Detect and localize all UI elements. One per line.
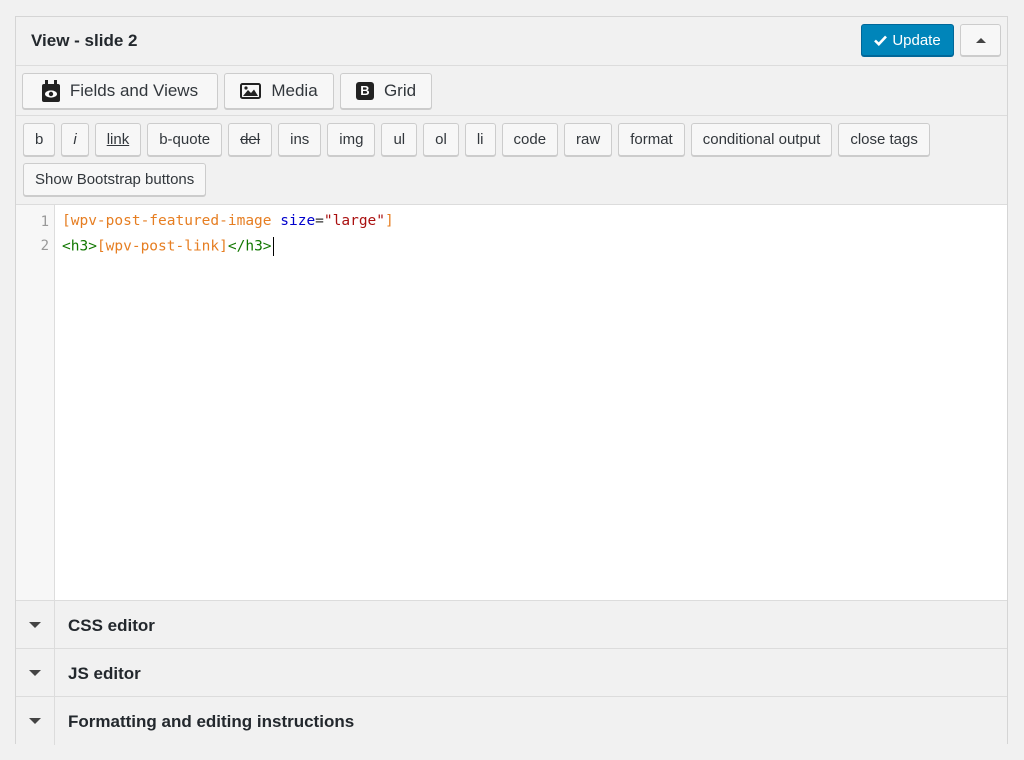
quicktag-link-button[interactable]: link	[94, 123, 142, 156]
quicktag-raw-button[interactable]: raw	[564, 123, 613, 156]
panel-header: View - slide 2 Update	[16, 17, 1007, 66]
media-label: Media	[271, 80, 318, 100]
js-editor-label: JS editor	[68, 664, 141, 683]
editor-toolbar: Fields and Views Media B Grid	[16, 66, 1007, 116]
caret-down-icon	[29, 718, 41, 724]
grid-button[interactable]: B Grid	[340, 72, 432, 109]
quicktags-toolbar: b i link b-quote del ins img ul ol li co…	[16, 116, 1007, 205]
js-editor-toggle[interactable]	[16, 649, 55, 696]
checkmark-icon	[874, 35, 888, 46]
quicktag-blockquote-button[interactable]: b-quote	[147, 123, 223, 156]
string-token: "large"	[323, 213, 386, 229]
code-line-1[interactable]: [wpv-post-featured-image size="large"]	[62, 213, 394, 229]
text-cursor	[272, 237, 274, 256]
equals-token: =	[315, 213, 324, 229]
shortcode-open-token: [wpv-post-featured-image	[62, 213, 281, 229]
fields-views-icon	[41, 79, 60, 102]
quicktag-ol-button[interactable]: ol	[423, 123, 459, 156]
grid-label: Grid	[383, 80, 417, 100]
quicktag-code-button[interactable]: code	[501, 123, 559, 156]
css-editor-toggle[interactable]	[16, 601, 55, 648]
css-editor-label: CSS editor	[68, 616, 155, 635]
collapse-panel-button[interactable]	[960, 24, 1001, 56]
panel-title: View - slide 2	[31, 31, 138, 50]
fields-and-views-label: Fields and Views	[69, 80, 199, 100]
caret-up-icon	[975, 37, 986, 43]
show-bootstrap-buttons-button[interactable]: Show Bootstrap buttons	[23, 163, 207, 196]
line-number: 1	[40, 214, 49, 230]
tag-open-token: <h3>	[62, 238, 97, 255]
formatting-instructions-label: Formatting and editing instructions	[68, 712, 355, 731]
quicktags-row-2: Show Bootstrap buttons	[23, 163, 207, 196]
quicktag-close-tags-button[interactable]: close tags	[838, 123, 930, 156]
quicktag-del-button[interactable]: del	[228, 123, 273, 156]
quicktags-row-1: b i link b-quote del ins img ul ol li co…	[23, 123, 930, 156]
quicktag-italic-button[interactable]: i	[61, 123, 89, 156]
line-number-gutter: 1 2	[16, 205, 55, 600]
quicktag-format-button[interactable]: format	[618, 123, 685, 156]
update-button-label: Update	[892, 31, 941, 49]
quicktag-ul-button[interactable]: ul	[381, 123, 418, 156]
line-number: 2	[40, 238, 49, 254]
quicktag-img-button[interactable]: img	[327, 123, 376, 156]
shortcode-token: [wpv-post-link]	[96, 238, 228, 255]
code-editor[interactable]: 1 2 [wpv-post-featured-image size="large…	[16, 205, 1007, 601]
shortcode-close-token: ]	[385, 213, 394, 229]
update-button[interactable]: Update	[861, 24, 954, 56]
formatting-instructions-section[interactable]: Formatting and editing instructions	[16, 697, 1007, 745]
js-editor-section[interactable]: JS editor	[16, 649, 1007, 697]
caret-down-icon	[29, 621, 41, 628]
bootstrap-icon: B	[355, 81, 374, 100]
css-editor-section[interactable]: CSS editor	[16, 601, 1007, 649]
image-icon	[240, 82, 262, 99]
view-editor-panel: View - slide 2 Update Fields and Views M…	[15, 16, 1008, 745]
media-button[interactable]: Media	[224, 72, 334, 109]
quicktag-conditional-output-button[interactable]: conditional output	[690, 123, 833, 156]
code-line-2[interactable]: <h3>[wpv-post-link]</h3>	[62, 237, 274, 256]
caret-down-icon	[29, 669, 41, 676]
quicktag-bold-button[interactable]: b	[23, 123, 56, 156]
tag-close-token: </h3>	[227, 238, 272, 255]
attribute-token: size	[280, 213, 316, 229]
quicktag-li-button[interactable]: li	[464, 123, 496, 156]
quicktag-ins-button[interactable]: ins	[278, 123, 322, 156]
fields-and-views-button[interactable]: Fields and Views	[22, 72, 218, 109]
formatting-instructions-toggle[interactable]	[16, 697, 55, 745]
